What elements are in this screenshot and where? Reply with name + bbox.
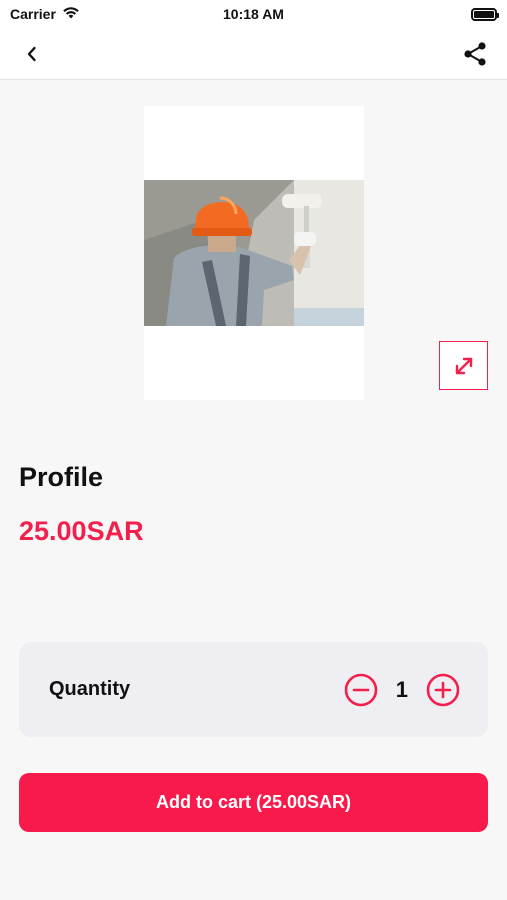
plus-circle-icon [426, 673, 460, 706]
wifi-icon [62, 6, 80, 22]
nav-bar [0, 28, 507, 80]
carrier-label: Carrier [10, 6, 56, 22]
expand-icon [455, 357, 472, 374]
share-button[interactable] [461, 40, 489, 68]
quantity-label: Quantity [49, 678, 131, 700]
expand-image-button[interactable] [439, 341, 488, 390]
status-left: Carrier [10, 6, 80, 22]
product-image[interactable] [144, 106, 364, 400]
quantity-stepper: 1 [344, 673, 460, 707]
quantity-value: 1 [395, 676, 408, 702]
back-button[interactable] [18, 40, 46, 68]
product-photo [144, 180, 364, 326]
minus-circle-icon [344, 673, 378, 706]
increase-quantity-button[interactable] [426, 673, 460, 707]
quantity-card: Quantity 1 [19, 642, 488, 737]
chevron-left-icon [27, 46, 36, 61]
add-to-cart-button[interactable]: Add to cart (25.00SAR) [19, 773, 488, 832]
product-price: 25.00SAR [19, 516, 144, 546]
product-name: Profile [19, 462, 104, 492]
battery-icon [471, 7, 499, 21]
status-bar: Carrier 10:18 AM [0, 0, 507, 28]
share-icon [464, 41, 486, 66]
add-to-cart-label: Add to cart (25.00SAR) [155, 792, 352, 812]
decrease-quantity-button[interactable] [344, 673, 378, 707]
